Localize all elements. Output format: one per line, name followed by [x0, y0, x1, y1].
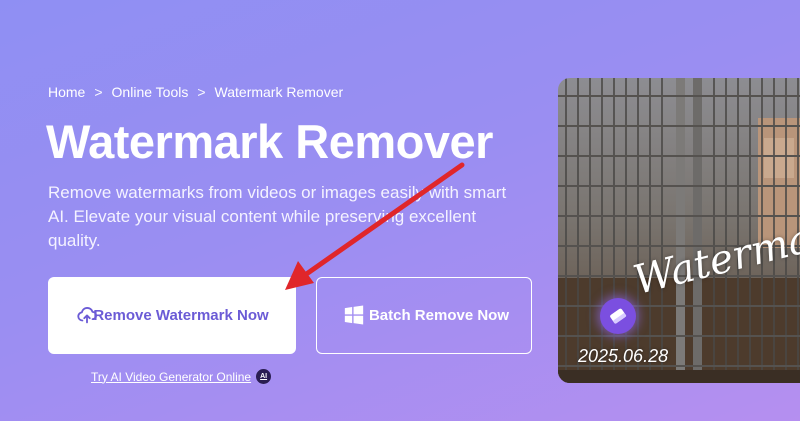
breadcrumb-home[interactable]: Home	[48, 84, 85, 100]
try-link-label: Try AI Video Generator Online	[91, 369, 252, 384]
breadcrumb: Home > Online Tools > Watermark Remover	[48, 84, 343, 100]
breadcrumb-online-tools[interactable]: Online Tools	[112, 84, 189, 100]
eraser-icon	[600, 298, 636, 334]
breadcrumb-separator: >	[94, 84, 103, 100]
breadcrumb-current: Watermark Remover	[214, 84, 344, 100]
cloud-upload-icon	[76, 304, 98, 326]
try-ai-video-generator-link[interactable]: Try AI Video Generator Online AI	[91, 369, 272, 384]
ai-badge-icon: AI	[256, 369, 272, 384]
page-description: Remove watermarks from videos or images …	[48, 183, 507, 250]
breadcrumb-separator: >	[197, 84, 206, 100]
windows-icon	[343, 304, 365, 326]
page-title: Watermark Remover	[46, 115, 493, 168]
remove-watermark-button[interactable]: Remove Watermark Now	[48, 277, 296, 354]
batch-remove-button[interactable]: Batch Remove Now	[316, 277, 532, 354]
watermark-date: 2025.06.28	[578, 346, 669, 366]
preview-image: Watermark 2025.06.28	[558, 78, 800, 383]
